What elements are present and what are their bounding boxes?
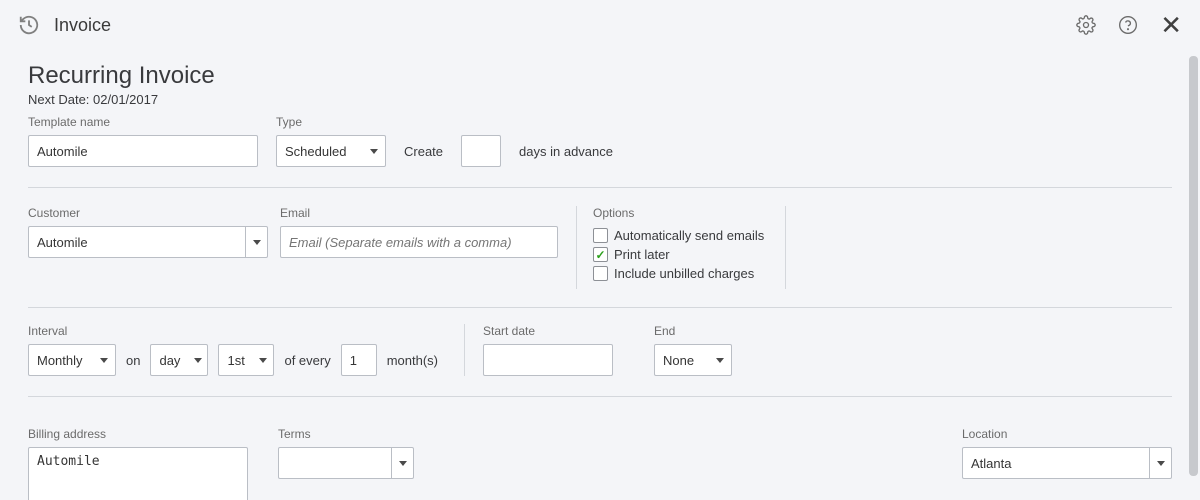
header-left: Invoice [18, 14, 111, 36]
customer-value: Automile [29, 227, 245, 257]
auto-send-checkbox[interactable] [593, 228, 608, 243]
type-select[interactable]: Scheduled [276, 135, 386, 167]
location-select[interactable]: Atlanta [962, 447, 1172, 479]
customer-field: Customer Automile [28, 206, 268, 258]
close-icon[interactable]: ✕ [1160, 12, 1182, 38]
chevron-down-icon [391, 448, 413, 478]
terms-label: Terms [278, 427, 414, 441]
window-header: Invoice ✕ [0, 0, 1200, 50]
daytype-select[interactable]: day [150, 344, 208, 376]
email-label: Email [280, 206, 558, 220]
chevron-down-icon [245, 227, 267, 257]
chevron-down-icon [188, 345, 207, 375]
type-field: Type Scheduled [276, 115, 386, 167]
days-suffix: days in advance [519, 135, 613, 167]
start-date-label: Start date [483, 324, 636, 338]
chevron-down-icon [363, 136, 385, 166]
frequency-value: Monthly [29, 345, 93, 375]
interval-label: Interval [28, 324, 446, 338]
end-value: None [655, 345, 709, 375]
chevron-down-icon [93, 345, 115, 375]
chevron-down-icon [709, 345, 731, 375]
include-unbilled-row[interactable]: Include unbilled charges [593, 266, 769, 281]
start-date-field: Start date [464, 324, 654, 376]
email-field: Email [280, 206, 558, 258]
terms-value [279, 448, 391, 478]
location-label: Location [962, 427, 1172, 441]
include-unbilled-label: Include unbilled charges [614, 266, 754, 281]
customer-select[interactable]: Automile [28, 226, 268, 258]
location-field: Location Atlanta [962, 427, 1172, 479]
page-title: Invoice [54, 15, 111, 36]
header-right: ✕ [1076, 12, 1182, 38]
email-input[interactable] [280, 226, 558, 258]
terms-field: Terms Custom 1 [278, 427, 414, 500]
start-date-input[interactable] [483, 344, 613, 376]
of-every-text: of every [284, 344, 330, 376]
end-label: End [654, 324, 774, 338]
scrollbar[interactable] [1189, 56, 1198, 476]
ordinal-value: 1st [219, 345, 252, 375]
daytype-value: day [151, 345, 188, 375]
interval-controls: Monthly on day 1st of every month(s) [28, 344, 446, 376]
end-select[interactable]: None [654, 344, 732, 376]
unit-text: month(s) [387, 344, 438, 376]
options-column: Options Automatically send emails Print … [576, 206, 786, 289]
print-later-label: Print later [614, 247, 670, 262]
history-icon[interactable] [18, 14, 40, 36]
location-value: Atlanta [963, 448, 1149, 478]
template-name-label: Template name [28, 115, 258, 129]
billing-address-label: Billing address [28, 427, 248, 441]
on-text: on [126, 344, 140, 376]
template-row: Template name Type Scheduled Create days… [28, 115, 1172, 188]
print-later-row[interactable]: Print later [593, 247, 769, 262]
terms-select[interactable] [278, 447, 414, 479]
auto-send-label: Automatically send emails [614, 228, 764, 243]
ordinal-select[interactable]: 1st [218, 344, 274, 376]
create-prefix: Create [404, 135, 443, 167]
interval-row: Interval Monthly on day 1st of every mon… [28, 324, 1172, 397]
customer-row: Customer Automile Email Options Automati… [28, 206, 1172, 308]
billing-row: Billing address Terms Custom 1 Location … [28, 427, 1172, 500]
include-unbilled-checkbox[interactable] [593, 266, 608, 281]
chevron-down-icon [1149, 448, 1171, 478]
billing-address-input[interactable] [28, 447, 248, 500]
auto-send-row[interactable]: Automatically send emails [593, 228, 769, 243]
print-later-checkbox[interactable] [593, 247, 608, 262]
content-area: Recurring Invoice Next Date: 02/01/2017 … [0, 50, 1200, 500]
options-label: Options [593, 206, 769, 220]
gear-icon[interactable] [1076, 15, 1096, 35]
customer-label: Customer [28, 206, 268, 220]
frequency-select[interactable]: Monthly [28, 344, 116, 376]
chevron-down-icon [253, 345, 274, 375]
template-name-input[interactable] [28, 135, 258, 167]
billing-address-field: Billing address [28, 427, 248, 500]
template-name-field: Template name [28, 115, 258, 167]
every-n-input[interactable] [341, 344, 377, 376]
interval-field: Interval Monthly on day 1st of every mon… [28, 324, 464, 376]
type-value: Scheduled [277, 136, 363, 166]
recurring-heading: Recurring Invoice [28, 62, 1172, 90]
help-icon[interactable] [1118, 15, 1138, 35]
next-date: Next Date: 02/01/2017 [28, 92, 1172, 107]
create-days-input[interactable] [461, 135, 501, 167]
end-field: End None [654, 324, 774, 376]
type-label: Type [276, 115, 386, 129]
